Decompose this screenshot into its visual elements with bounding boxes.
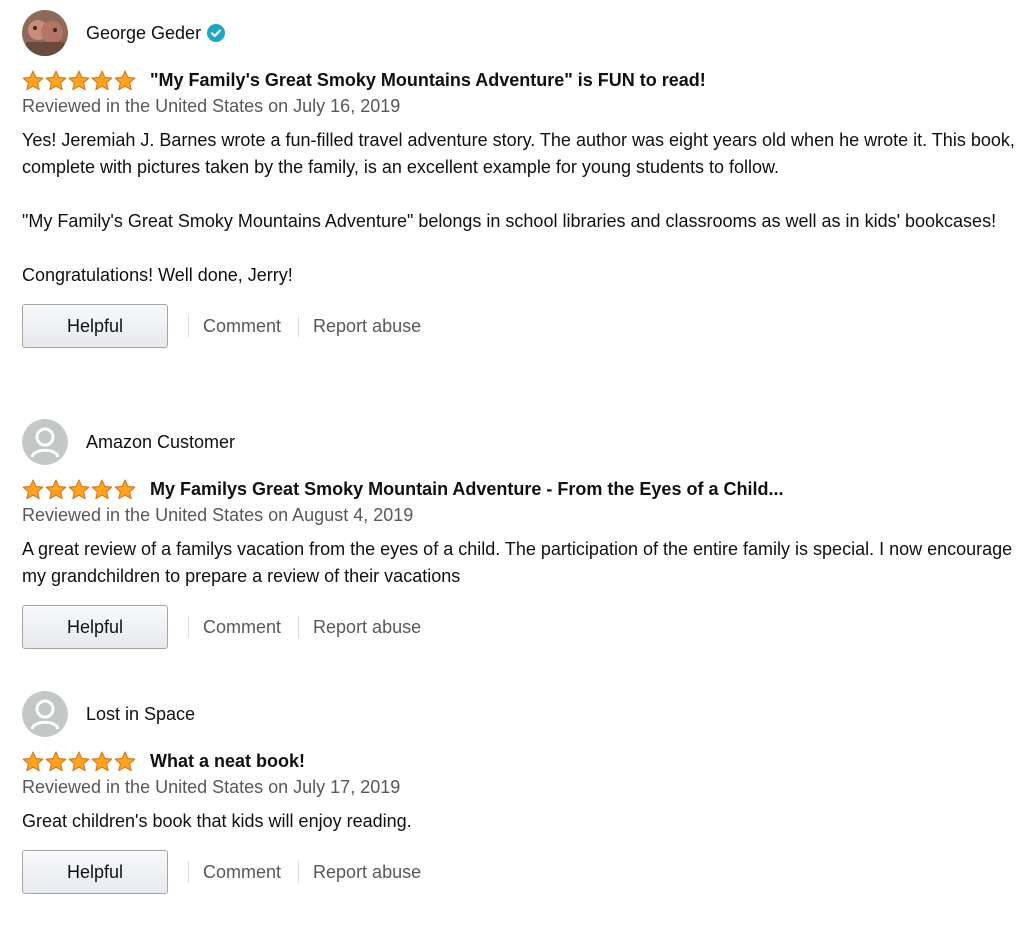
review-title[interactable]: What a neat book! (150, 749, 305, 773)
avatar[interactable] (22, 419, 68, 465)
review-actions: Helpful Comment Report abuse (22, 849, 1017, 895)
helpful-button[interactable]: Helpful (22, 850, 168, 894)
star-icon (68, 751, 90, 771)
reviewer-name[interactable]: Amazon Customer (86, 431, 235, 453)
avatar[interactable] (22, 691, 68, 737)
review-card: Amazon Customer My Familys Great Smoky M… (22, 419, 1017, 650)
review-paragraph: A great review of a familys vacation fro… (22, 539, 1013, 586)
reviewer-profile[interactable]: George Geder (22, 10, 1017, 56)
reviewer-profile[interactable]: Lost in Space (22, 691, 1017, 737)
divider (298, 616, 300, 638)
review-body: Great children's book that kids will enj… (22, 808, 1017, 835)
divider (298, 861, 300, 883)
review-title[interactable]: "My Family's Great Smoky Mountains Adven… (150, 68, 706, 92)
reviewer-name[interactable]: George Geder (86, 22, 201, 44)
divider (188, 861, 189, 883)
star-icon (45, 479, 67, 499)
verified-check-icon (207, 24, 226, 42)
review-title[interactable]: My Familys Great Smoky Mountain Adventur… (150, 477, 783, 501)
review-date: Reviewed in the United States on July 17… (22, 777, 401, 797)
star-icon (68, 70, 90, 90)
review-body: Yes! Jeremiah J. Barnes wrote a fun-fill… (22, 127, 1017, 289)
star-icon (91, 479, 113, 499)
report-abuse-link[interactable]: Report abuse (313, 316, 421, 337)
star-rating[interactable] (22, 70, 137, 90)
report-abuse-link[interactable]: Report abuse (313, 617, 421, 638)
review-date: Reviewed in the United States on August … (22, 505, 414, 525)
divider (188, 616, 189, 638)
avatar[interactable] (22, 10, 68, 56)
star-icon (68, 479, 90, 499)
review-paragraph: Congratulations! Well done, Jerry! (22, 265, 293, 285)
star-icon (91, 751, 113, 771)
review-paragraph: Yes! Jeremiah J. Barnes wrote a fun-fill… (22, 130, 1015, 177)
star-icon (22, 70, 44, 90)
star-icon (91, 70, 113, 90)
star-icon (22, 479, 44, 499)
review-actions: Helpful Comment Report abuse (22, 604, 1017, 650)
star-icon (114, 479, 136, 499)
star-rating[interactable] (22, 751, 137, 771)
reviewer-name[interactable]: Lost in Space (86, 703, 195, 725)
reviews-page: George Geder "My Family's Great Smoky Mo… (0, 0, 1023, 925)
review-actions: Helpful Comment Report abuse (22, 303, 1017, 349)
review-paragraph: Great children's book that kids will enj… (22, 811, 412, 831)
helpful-button[interactable]: Helpful (22, 304, 168, 348)
comment-link[interactable]: Comment (203, 617, 281, 638)
helpful-button[interactable]: Helpful (22, 605, 168, 649)
star-icon (45, 70, 67, 90)
comment-link[interactable]: Comment (203, 862, 281, 883)
review-card: Lost in Space What a neat book! Reviewed… (22, 691, 1017, 895)
comment-link[interactable]: Comment (203, 316, 281, 337)
review-body: A great review of a familys vacation fro… (22, 536, 1017, 590)
divider (298, 315, 300, 337)
review-card: George Geder "My Family's Great Smoky Mo… (22, 10, 1017, 349)
star-rating[interactable] (22, 479, 137, 499)
star-icon (114, 751, 136, 771)
divider (188, 315, 189, 337)
report-abuse-link[interactable]: Report abuse (313, 862, 421, 883)
review-date: Reviewed in the United States on July 16… (22, 96, 401, 116)
star-icon (22, 751, 44, 771)
star-icon (45, 751, 67, 771)
review-paragraph: "My Family's Great Smoky Mountains Adven… (22, 211, 997, 231)
star-icon (114, 70, 136, 90)
reviewer-profile[interactable]: Amazon Customer (22, 419, 1017, 465)
